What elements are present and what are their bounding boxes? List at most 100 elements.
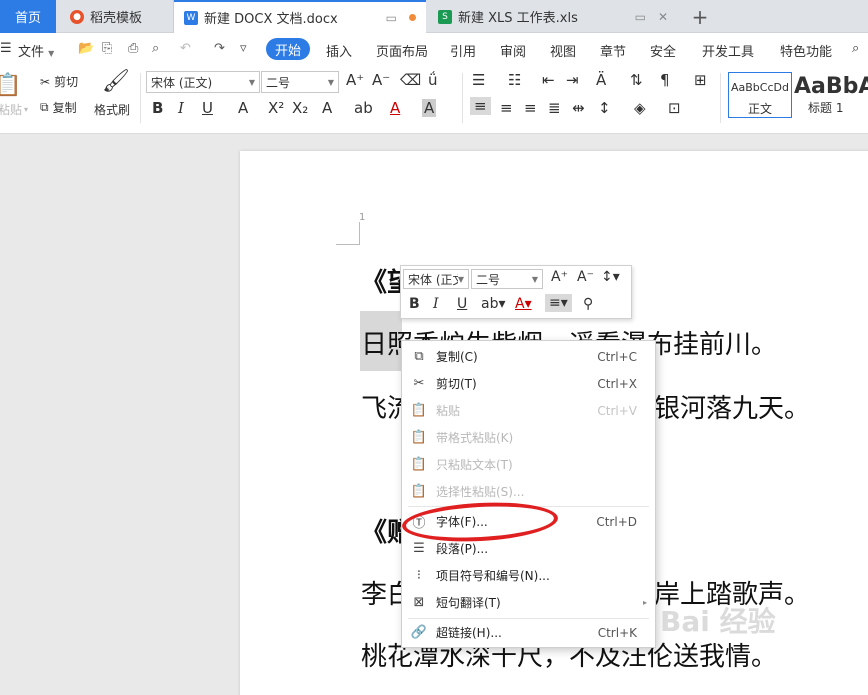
border-icon[interactable]: ⊡ xyxy=(668,99,681,117)
superscript-icon[interactable]: X² xyxy=(268,99,284,117)
float-window-icon[interactable]: ▭ xyxy=(386,11,397,25)
align-left-icon[interactable]: ≡ xyxy=(470,97,491,115)
line-spacing-icon[interactable]: ↕ xyxy=(598,99,611,117)
menu-security[interactable]: 安全 xyxy=(650,41,676,60)
char-shading-icon[interactable]: A xyxy=(422,99,437,117)
format-painter-icon[interactable]: 🖌 xyxy=(102,69,130,94)
paste-icon[interactable]: 📋 xyxy=(0,71,22,99)
tab-template[interactable]: ● 稻壳模板 xyxy=(56,0,174,33)
menu-start[interactable]: 开始 xyxy=(266,38,310,60)
font-color-icon[interactable]: A xyxy=(390,99,400,117)
copy-button[interactable]: ⧉ 复制 xyxy=(40,99,77,116)
highlight-icon[interactable]: ab▾ xyxy=(481,296,506,312)
cut-button[interactable]: ✂ 剪切 xyxy=(40,73,78,90)
table-grid-icon[interactable]: ⊞ xyxy=(694,71,707,89)
grow-font-icon[interactable]: A⁺ xyxy=(551,269,568,285)
change-case-icon[interactable]: Ä xyxy=(596,71,606,89)
ctx-cut[interactable]: ✂ 剪切(T) Ctrl+X xyxy=(402,370,655,397)
menu-features[interactable]: 特色功能 xyxy=(780,41,832,60)
font-name-select[interactable]: 宋体 (正文) ▼ xyxy=(146,71,260,93)
tab-docx[interactable]: W 新建 DOCX 文档.docx ▭ xyxy=(174,0,426,33)
divider xyxy=(140,73,141,123)
menu-review[interactable]: 审阅 xyxy=(500,41,526,60)
ctx-hyperlink[interactable]: 🔗 超链接(H)... Ctrl+K xyxy=(402,619,655,646)
sort-icon[interactable]: ⇅ xyxy=(630,71,643,89)
style-normal-preview: AaBbCcDd xyxy=(731,81,789,94)
strikethrough-icon[interactable]: A xyxy=(238,99,248,117)
show-marks-icon[interactable]: ¶ xyxy=(660,71,670,89)
print-icon[interactable]: ⎙ xyxy=(128,41,138,56)
menu-layout[interactable]: 页面布局 xyxy=(376,41,428,60)
justify-icon[interactable]: ≣ xyxy=(548,99,561,117)
ctx-copy[interactable]: ⧉ 复制(C) Ctrl+C xyxy=(402,343,655,370)
search-icon[interactable]: ⌕ xyxy=(852,41,859,56)
underline-icon[interactable]: U xyxy=(202,99,213,117)
menu-reference[interactable]: 引用 xyxy=(450,41,476,60)
align-center-icon[interactable]: ≡ xyxy=(500,99,513,117)
paste-button[interactable]: 粘贴 ▾ xyxy=(0,101,28,118)
print-preview-icon[interactable]: ⌕ xyxy=(152,41,159,56)
open-icon[interactable]: 📂 xyxy=(78,41,94,56)
menu-file[interactable]: 文件 ▼ xyxy=(18,41,54,60)
translate-icon: ⊠ xyxy=(413,595,425,610)
mini-font-name-select[interactable]: 宋体 (正文▼ xyxy=(403,269,469,289)
line-spacing-icon[interactable]: ↕▾ xyxy=(601,269,620,285)
font-color-icon[interactable]: A▾ xyxy=(515,296,532,312)
format-painter-button[interactable]: 格式刷 xyxy=(94,101,130,118)
ctx-paste-formatted[interactable]: 📋 带格式粘贴(K) xyxy=(402,424,655,451)
ctx-label: 项目符号和编号(N)... xyxy=(436,569,550,583)
tab-xls[interactable]: S 新建 XLS 工作表.xls ▭ ✕ xyxy=(428,0,678,33)
subscript-icon[interactable]: X₂ xyxy=(292,99,308,117)
bold-icon[interactable]: B xyxy=(152,99,163,117)
float-window-icon[interactable]: ▭ xyxy=(635,10,646,24)
shrink-font-icon[interactable]: A⁻ xyxy=(577,269,594,285)
menu-insert[interactable]: 插入 xyxy=(326,41,352,60)
tab-home[interactable]: 首页 xyxy=(0,0,56,33)
ctx-bullets[interactable]: ⁝ 项目符号和编号(N)... xyxy=(402,562,655,589)
ctx-paste-text[interactable]: 📋 只粘贴文本(T) xyxy=(402,451,655,478)
ctx-label: 带格式粘贴(K) xyxy=(436,431,514,445)
font-size-value: 二号 xyxy=(266,75,291,90)
undo-icon[interactable]: ↶ xyxy=(180,41,191,56)
poem-line[interactable]: 银河落九天。 xyxy=(654,388,810,425)
align-right-icon[interactable]: ≡ xyxy=(524,99,537,117)
save-icon[interactable]: ⎘ xyxy=(102,41,112,56)
format-painter-icon[interactable]: ⚲ xyxy=(583,296,593,312)
new-tab-button[interactable]: + xyxy=(688,0,712,33)
bold-icon[interactable]: B xyxy=(409,296,420,312)
shading-icon[interactable]: ◈ xyxy=(634,99,646,117)
numbered-list-icon[interactable]: ☷ xyxy=(508,71,521,89)
mini-font-size-select[interactable]: 二号 ▼ xyxy=(471,269,543,289)
customize-icon[interactable]: ▿ xyxy=(240,41,247,56)
hamburger-icon[interactable]: ☰ xyxy=(0,41,12,56)
ribbon: 📋 粘贴 ▾ ✂ 剪切 ⧉ 复制 🖌 格式刷 宋体 (正文) ▼ 二号 ▼ A⁺ A⁻ ⌫… xyxy=(0,65,868,134)
grow-font-icon[interactable]: A⁺ xyxy=(346,71,364,89)
close-icon[interactable]: ✕ xyxy=(658,10,668,24)
ctx-translate[interactable]: ⊠ 短句翻译(T) ▸ xyxy=(402,589,655,616)
text-effect-icon[interactable]: A xyxy=(322,99,332,117)
menu-devtools[interactable]: 开发工具 xyxy=(702,41,754,60)
italic-icon[interactable]: I xyxy=(433,296,439,312)
ctx-paste[interactable]: 📋 粘贴 Ctrl+V xyxy=(402,397,655,424)
underline-icon[interactable]: U xyxy=(457,296,467,312)
style-heading1[interactable]: AaBbA 标题 1 xyxy=(794,72,868,118)
clear-format-icon[interactable]: ⌫ xyxy=(400,71,421,89)
bullet-list-icon[interactable]: ☰ xyxy=(472,71,485,89)
ctx-label: 复制(C) xyxy=(436,350,478,364)
menu-view[interactable]: 视图 xyxy=(550,41,576,60)
distribute-icon[interactable]: ⇹ xyxy=(572,99,585,117)
font-size-select[interactable]: 二号 ▼ xyxy=(261,71,339,93)
ctx-paste-special[interactable]: 📋 选择性粘贴(S)... xyxy=(402,478,655,505)
shrink-font-icon[interactable]: A⁻ xyxy=(372,71,390,89)
italic-icon[interactable]: I xyxy=(178,99,184,117)
align-icon[interactable]: ≡▾ xyxy=(545,294,572,312)
ctx-shortcut: Ctrl+K xyxy=(597,625,637,640)
highlight-icon[interactable]: ab xyxy=(354,99,373,117)
increase-indent-icon[interactable]: ⇥ xyxy=(566,71,579,89)
paste-icon: 📋 xyxy=(410,403,428,418)
phonetic-icon[interactable]: ǘ xyxy=(428,71,438,89)
redo-icon[interactable]: ↷ xyxy=(214,41,225,56)
style-normal[interactable]: AaBbCcDd 正文 xyxy=(728,72,792,118)
decrease-indent-icon[interactable]: ⇤ xyxy=(542,71,555,89)
menu-chapter[interactable]: 章节 xyxy=(600,41,626,60)
